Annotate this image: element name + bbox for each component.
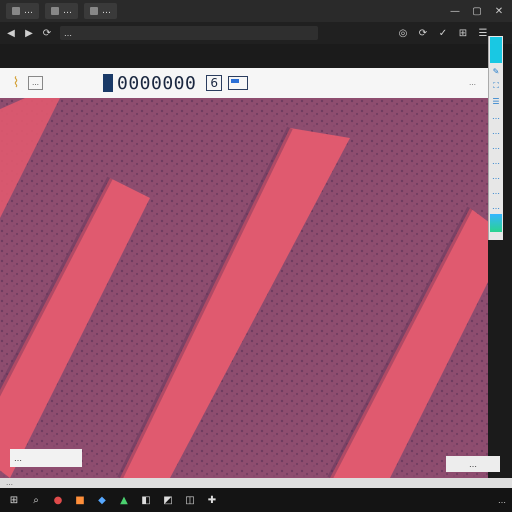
refresh-icon[interactable]: ⟳ xyxy=(40,26,54,40)
app-icon[interactable]: ● xyxy=(50,492,66,508)
taskbar: ⊞ ⌕ ● ■ ◆ ▲ ◧ ◩ ◫ ✚ … xyxy=(0,488,512,512)
pin-icon: ⌇ xyxy=(12,75,20,91)
scale-indicator[interactable]: 6 xyxy=(206,75,222,91)
app-icon[interactable]: ◧ xyxy=(138,492,154,508)
status-text: … xyxy=(6,479,13,487)
overview-thumbnail-icon[interactable] xyxy=(228,76,248,90)
pen-icon[interactable]: ✎ xyxy=(490,64,502,78)
tool-button[interactable]: … xyxy=(490,199,502,213)
browser-tab-2[interactable]: … xyxy=(45,3,78,19)
tool-button[interactable]: … xyxy=(490,139,502,153)
tray-text: … xyxy=(498,495,506,505)
tissue-image xyxy=(0,98,488,478)
viewer-right-text: … xyxy=(469,79,476,87)
slide-counter: 0000000 xyxy=(117,72,197,94)
list-icon[interactable]: ☰ xyxy=(490,94,502,108)
tab-icon xyxy=(51,7,59,15)
counter-icon xyxy=(103,74,113,92)
url-field[interactable]: … xyxy=(60,26,318,40)
extension-icon[interactable]: ⟳ xyxy=(416,26,430,40)
tool-button[interactable]: … xyxy=(490,169,502,183)
start-icon[interactable]: ⊞ xyxy=(6,492,22,508)
search-icon[interactable]: ⌕ xyxy=(28,492,44,508)
viewer-side-panel: ✎ ⛶ ☰ … … … … … … … xyxy=(488,36,503,240)
app-icon[interactable]: ✚ xyxy=(204,492,220,508)
app-icon[interactable]: ◆ xyxy=(94,492,110,508)
tab-label: … xyxy=(102,6,111,16)
maximize-button[interactable]: ▢ xyxy=(468,4,486,18)
tool-button[interactable]: … xyxy=(490,154,502,168)
tab-label: … xyxy=(24,6,33,16)
extension-icon[interactable]: ◎ xyxy=(396,26,410,40)
tab-icon xyxy=(12,7,20,15)
tool-button[interactable]: … xyxy=(490,109,502,123)
window-controls: — ▢ ✕ xyxy=(446,4,508,18)
tool-button[interactable]: … xyxy=(490,184,502,198)
address-bar: ◀ ▶ ⟳ … ◎ ⟳ ✓ ⊞ ☰ xyxy=(0,22,512,44)
browser-tab-3[interactable]: … xyxy=(84,3,117,19)
browser-tab-1[interactable]: … xyxy=(6,3,39,19)
slide-label-right: … xyxy=(446,456,500,472)
minimize-button[interactable]: — xyxy=(446,4,464,18)
forward-icon[interactable]: ▶ xyxy=(22,26,36,40)
status-bar: … xyxy=(0,478,512,488)
tab-icon xyxy=(90,7,98,15)
side-panel-accent-top xyxy=(490,37,502,63)
app-icon[interactable]: ▲ xyxy=(116,492,132,508)
viewer-toolbar: ⌇ … 0000000 6 … xyxy=(0,68,488,99)
extension-icon[interactable]: ⊞ xyxy=(456,26,470,40)
browser-titlebar: … … … — ▢ ✕ xyxy=(0,0,512,22)
side-panel-accent-bottom xyxy=(490,214,502,232)
system-tray: … xyxy=(498,496,506,505)
tab-label: … xyxy=(63,6,72,16)
close-button[interactable]: ✕ xyxy=(490,4,508,18)
tool-button[interactable]: … xyxy=(490,124,502,138)
slide-canvas[interactable] xyxy=(0,98,488,478)
back-icon[interactable]: ◀ xyxy=(4,26,18,40)
extension-icon[interactable]: ✓ xyxy=(436,26,450,40)
app-icon[interactable]: ■ xyxy=(72,492,88,508)
slide-label-left: … xyxy=(10,449,82,467)
extensions: ◎ ⟳ ✓ ⊞ ☰ xyxy=(396,26,490,40)
viewer-badge: … xyxy=(28,76,43,90)
app-icon[interactable]: ◩ xyxy=(160,492,176,508)
fullscreen-icon[interactable]: ⛶ xyxy=(490,79,502,93)
app-icon[interactable]: ◫ xyxy=(182,492,198,508)
